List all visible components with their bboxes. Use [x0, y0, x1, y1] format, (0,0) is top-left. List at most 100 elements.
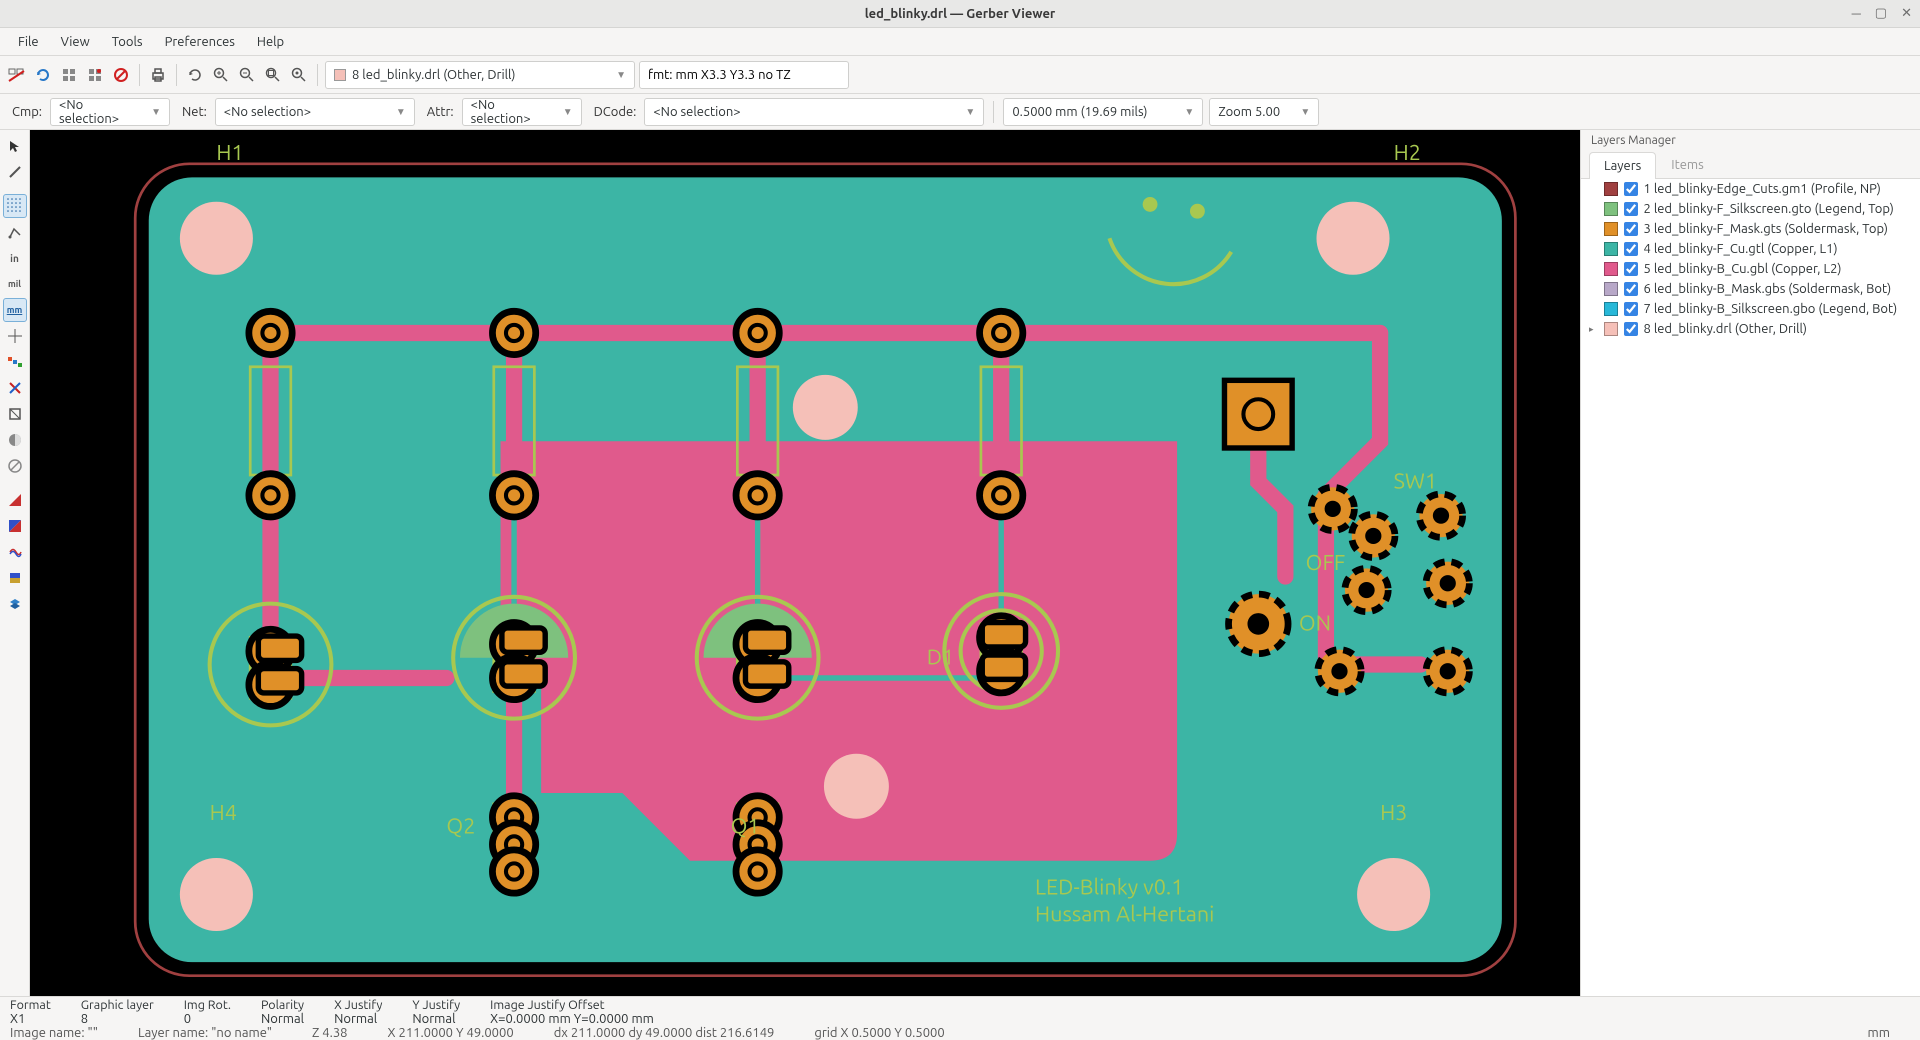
layer-label: 5 led_blinky-B_Cu.gbl (Copper, L2)	[1644, 262, 1842, 276]
layer-row[interactable]: ▸5 led_blinky-B_Cu.gbl (Copper, L2)	[1581, 259, 1920, 279]
xor-icon[interactable]	[3, 540, 27, 564]
layer-label: 8 led_blinky.drl (Other, Drill)	[1644, 322, 1808, 336]
layer-visibility-checkbox[interactable]	[1624, 242, 1638, 256]
layer-row[interactable]: ▸2 led_blinky-F_Silkscreen.gto (Legend, …	[1581, 199, 1920, 219]
filterbar: Cmp: <No selection>▼ Net: <No selection>…	[0, 94, 1920, 130]
grid-dropdown[interactable]: 0.5000 mm (19.69 mils)▼	[1003, 98, 1203, 126]
layer-visibility-checkbox[interactable]	[1624, 262, 1638, 276]
measure-icon[interactable]	[3, 160, 27, 184]
sketch-flash-icon[interactable]	[3, 350, 27, 374]
dcode-label: DCode:	[588, 105, 639, 119]
layer-visibility-checkbox[interactable]	[1624, 322, 1638, 336]
format-field[interactable]	[639, 61, 849, 89]
unit-mm-icon[interactable]: mm	[3, 298, 27, 322]
svg-text:Hussam Al-Hertani: Hussam Al-Hertani	[1035, 903, 1214, 927]
net-label: Net:	[176, 105, 209, 119]
net-dropdown[interactable]: <No selection>▼	[215, 98, 415, 126]
layer-visibility-checkbox[interactable]	[1624, 282, 1638, 296]
layer-select-label: 8 led_blinky.drl (Other, Drill)	[352, 68, 610, 82]
statusbar: FormatX1Graphic layer8Img Rot.0PolarityN…	[0, 996, 1920, 1040]
close-icon[interactable]: ✕	[1901, 6, 1912, 21]
layer-row[interactable]: ▸1 led_blinky-Edge_Cuts.gm1 (Profile, NP…	[1581, 179, 1920, 199]
layers-manager-title: Layers Manager	[1581, 130, 1920, 151]
cursor-icon[interactable]	[3, 134, 27, 158]
dcode-dropdown[interactable]: <No selection>▼	[644, 98, 984, 126]
svg-text:Q2: Q2	[446, 815, 475, 839]
format-input[interactable]	[648, 68, 840, 82]
menu-preferences[interactable]: Preferences	[155, 31, 245, 53]
layer-swatch-icon	[334, 69, 346, 81]
svg-text:H3: H3	[1380, 801, 1407, 825]
svg-text:D1: D1	[927, 645, 954, 669]
pcb-canvas[interactable]: H1 H2 H3 H4 SW1 OFF ON D1 Q1 Q2 LED-Blin…	[30, 130, 1580, 996]
crosshair-icon[interactable]	[3, 324, 27, 348]
menubar: File View Tools Preferences Help	[0, 28, 1920, 56]
sketch-lines-icon[interactable]	[3, 376, 27, 400]
layer-label: 6 led_blinky-B_Mask.gbs (Soldermask, Bot…	[1644, 282, 1892, 296]
layer-label: 3 led_blinky-F_Mask.gts (Soldermask, Top…	[1644, 222, 1888, 236]
menu-tools[interactable]: Tools	[102, 31, 153, 53]
menu-file[interactable]: File	[8, 31, 49, 53]
layer-row[interactable]: ▸3 led_blinky-F_Mask.gts (Soldermask, To…	[1581, 219, 1920, 239]
tab-items[interactable]: Items	[1656, 151, 1718, 178]
zoom-out-icon[interactable]	[236, 64, 258, 86]
svg-text:H4: H4	[210, 801, 237, 825]
layer-color-swatch	[1604, 242, 1618, 256]
diff-red-icon[interactable]	[3, 488, 27, 512]
minimize-icon[interactable]: ─	[1852, 6, 1861, 21]
cmp-dropdown[interactable]: <No selection>▼	[50, 98, 170, 126]
tab-layers[interactable]: Layers	[1589, 152, 1656, 179]
refresh-icon[interactable]	[184, 64, 206, 86]
layer-row[interactable]: ▸8 led_blinky.drl (Other, Drill)	[1581, 319, 1920, 339]
contrast-icon[interactable]	[3, 566, 27, 590]
layer-color-swatch	[1604, 262, 1618, 276]
ghost-icon[interactable]	[3, 454, 27, 478]
layer-color-swatch	[1604, 282, 1618, 296]
zoom-in-icon[interactable]	[210, 64, 232, 86]
titlebar: led_blinky.drl — Gerber Viewer ─ ▢ ✕	[0, 0, 1920, 28]
svg-text:H2: H2	[1394, 141, 1421, 165]
exclude-icon[interactable]	[110, 64, 132, 86]
print-icon[interactable]	[147, 64, 169, 86]
svg-text:ON: ON	[1299, 612, 1331, 636]
zoom-dropdown[interactable]: Zoom 5.00▼	[1209, 98, 1319, 126]
sketch-poly-icon[interactable]	[3, 402, 27, 426]
attr-dropdown[interactable]: <No selection>▼	[462, 98, 582, 126]
negative-icon[interactable]	[3, 428, 27, 452]
layer-visibility-checkbox[interactable]	[1624, 222, 1638, 236]
reload-icon[interactable]	[32, 64, 54, 86]
layer-label: 4 led_blinky-F_Cu.gtl (Copper, L1)	[1644, 242, 1838, 256]
svg-text:H1: H1	[216, 141, 243, 165]
unit-mil-icon[interactable]: mil	[3, 272, 27, 296]
diff-blue-icon[interactable]	[3, 514, 27, 538]
grid-icon[interactable]	[3, 194, 27, 218]
layer-row[interactable]: ▸7 led_blinky-B_Silkscreen.gbo (Legend, …	[1581, 299, 1920, 319]
left-toolbar: in mil mm	[0, 130, 30, 996]
window-title: led_blinky.drl — Gerber Viewer	[865, 7, 1056, 21]
layers-panel-icon[interactable]	[3, 592, 27, 616]
layer-visibility-checkbox[interactable]	[1624, 182, 1638, 196]
layer-visibility-checkbox[interactable]	[1624, 202, 1638, 216]
maximize-icon[interactable]: ▢	[1875, 6, 1887, 21]
unit-in-icon[interactable]: in	[3, 246, 27, 270]
zoom-obj-icon[interactable]	[288, 64, 310, 86]
menu-view[interactable]: View	[51, 31, 100, 53]
clear-icon[interactable]	[6, 64, 28, 86]
cmp-label: Cmp:	[6, 105, 44, 119]
layer-row[interactable]: ▸4 led_blinky-F_Cu.gtl (Copper, L1)	[1581, 239, 1920, 259]
layer-row[interactable]: ▸6 led_blinky-B_Mask.gbs (Soldermask, Bo…	[1581, 279, 1920, 299]
menu-help[interactable]: Help	[247, 31, 294, 53]
layers-manager-panel: Layers Manager Layers Items ▸1 led_blink…	[1580, 130, 1920, 996]
layer-visibility-checkbox[interactable]	[1624, 302, 1638, 316]
layer-select-dropdown[interactable]: 8 led_blinky.drl (Other, Drill) ▼	[325, 61, 635, 89]
polar-icon[interactable]	[3, 220, 27, 244]
zoom-fit-icon[interactable]	[262, 64, 284, 86]
svg-text:SW1: SW1	[1394, 470, 1438, 494]
layers1-icon[interactable]	[58, 64, 80, 86]
layer-color-swatch	[1604, 222, 1618, 236]
attr-label: Attr:	[421, 105, 456, 119]
layers2-icon[interactable]	[84, 64, 106, 86]
toolbar: 8 led_blinky.drl (Other, Drill) ▼	[0, 56, 1920, 94]
svg-text:LED-Blinky v0.1: LED-Blinky v0.1	[1035, 876, 1183, 900]
layer-color-swatch	[1604, 202, 1618, 216]
